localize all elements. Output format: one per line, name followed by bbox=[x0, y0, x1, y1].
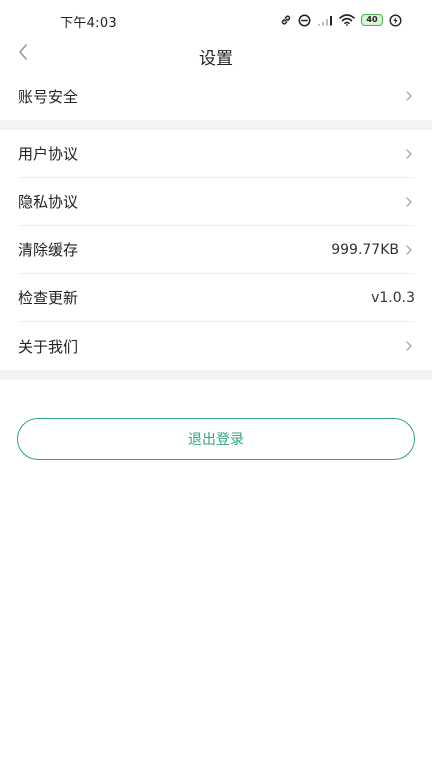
settings-row-check-update[interactable]: 检查更新 v1.0.3 bbox=[18, 274, 415, 322]
row-right: v1.0.3 bbox=[371, 290, 415, 306]
row-right bbox=[403, 148, 415, 160]
settings-row-clear-cache[interactable]: 清除缓存 999.77KB bbox=[18, 226, 415, 274]
link-icon bbox=[280, 14, 292, 26]
status-icons: 40 bbox=[280, 12, 402, 28]
do-not-disturb-icon bbox=[298, 14, 311, 27]
row-right bbox=[403, 90, 415, 102]
row-label: 检查更新 bbox=[18, 289, 79, 307]
row-label: 隐私协议 bbox=[18, 193, 79, 211]
battery-icon: 40 bbox=[361, 14, 383, 26]
settings-row-account-security[interactable]: 账号安全 bbox=[18, 72, 415, 120]
status-time: 下午4:03 bbox=[60, 16, 117, 31]
cache-size-value: 999.77KB bbox=[331, 241, 399, 258]
row-label: 账号安全 bbox=[18, 87, 79, 106]
row-label: 清除缓存 bbox=[18, 241, 79, 259]
chevron-right-icon bbox=[403, 148, 415, 160]
row-label: 关于我们 bbox=[18, 337, 79, 356]
page-title: 设置 bbox=[199, 49, 233, 69]
chevron-right-icon bbox=[403, 244, 415, 256]
version-value: v1.0.3 bbox=[371, 289, 415, 306]
signal-icon bbox=[317, 14, 333, 26]
charging-icon bbox=[389, 13, 402, 27]
chevron-right-icon bbox=[403, 340, 415, 352]
row-right bbox=[403, 196, 415, 208]
settings-row-privacy-agreement[interactable]: 隐私协议 bbox=[18, 178, 415, 226]
logout-button[interactable]: 退出登录 bbox=[17, 418, 415, 460]
settings-row-user-agreement[interactable]: 用户协议 bbox=[18, 130, 415, 178]
wifi-icon bbox=[339, 14, 355, 26]
settings-row-about-us[interactable]: 关于我们 bbox=[18, 322, 415, 370]
row-label: 用户协议 bbox=[18, 145, 79, 163]
status-bar: 下午4:03 40 bbox=[0, 0, 432, 40]
settings-list: 账号安全 用户协议 隐私协议 清除缓存 999.77KB 检查更新 v1.0.3… bbox=[0, 72, 432, 380]
nav-bar: 设置 bbox=[0, 38, 432, 72]
chevron-right-icon bbox=[403, 90, 415, 102]
row-right bbox=[403, 340, 415, 352]
chevron-right-icon bbox=[403, 196, 415, 208]
section-divider bbox=[0, 120, 432, 130]
row-right: 999.77KB bbox=[331, 242, 415, 258]
section-divider bbox=[0, 370, 432, 380]
